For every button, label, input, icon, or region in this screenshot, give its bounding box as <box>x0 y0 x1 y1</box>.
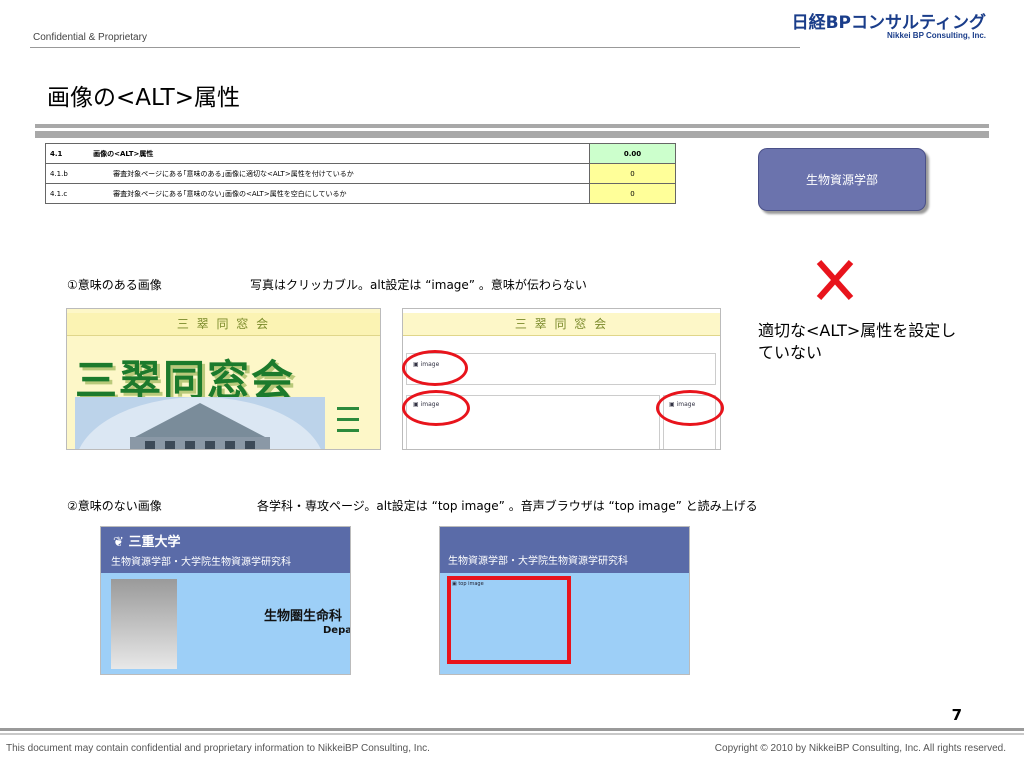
footer-divider <box>0 733 1024 735</box>
banner-text: 生物資源学部・大学院生物資源学研究科 <box>111 557 291 568</box>
site-banner: ❦ 三重大学 生物資源学部・大学院生物資源学研究科 <box>101 527 350 573</box>
university-logo-icon: ❦ <box>113 535 124 550</box>
highlight-box <box>447 576 571 664</box>
department-site-screenshot: ❦ 三重大学 生物資源学部・大学院生物資源学研究科 生物圏生命科 Depa <box>100 526 351 675</box>
department-box: 生物資源学部 <box>758 148 926 211</box>
criteria-description: 審査対象ページにある｢意味のある｣画像に適切な<ALT>属性を付けているか <box>89 163 591 184</box>
criteria-number: 4.1.c <box>45 183 90 204</box>
criteria-table: 4.1 画像の<ALT>属性 0.00 4.1.b 審査対象ページにある｢意味の… <box>45 143 676 204</box>
original-site-screenshot: 三 翠 同 窓 会 三翠同窓会 <box>66 308 381 450</box>
criteria-score: 0.00 <box>589 143 676 164</box>
footer-divider <box>0 728 1024 731</box>
cross-mark-icon <box>816 260 854 300</box>
criteria-score: 0 <box>589 183 676 204</box>
section1-caption: 写真はクリッカブル。alt設定は “image” 。意味が伝わらない <box>250 278 587 292</box>
company-logo-jp: 日経BPコンサルティング <box>791 13 986 33</box>
section2-label: ②意味のない画像 <box>67 499 162 513</box>
footer-disclaimer: This document may contain confidential a… <box>6 743 430 754</box>
verdict-note: 適切な<ALT>属性を設定していない <box>758 321 957 362</box>
title-band-bottom <box>35 131 989 138</box>
section1-label: ①意味のある画像 <box>67 278 162 292</box>
section2-caption: 各学科・専攻ページ。alt設定は “top image” 。音声ブラウザは “t… <box>257 499 758 513</box>
footer-copyright: Copyright © 2010 by NikkeiBP Consulting,… <box>714 743 1006 754</box>
building-photo[interactable] <box>75 397 325 449</box>
page-title: 画像の<ALT>属性 <box>47 85 240 111</box>
department-label: 生物資源学部 <box>805 173 878 187</box>
table-row: 4.1.b 審査対象ページにある｢意味のある｣画像に適切な<ALT>属性を付けて… <box>45 163 676 184</box>
heading-sub: Depa <box>323 625 351 636</box>
university-name-text: 三重大学 <box>128 535 181 550</box>
header-divider <box>30 47 800 48</box>
site-title-bar: 三 翠 同 窓 会 <box>403 313 720 336</box>
site-banner: 生物資源学部・大学院生物資源学研究科 <box>440 527 689 573</box>
top-image <box>111 579 177 669</box>
building-image-icon <box>79 397 321 449</box>
university-name: ❦ 三重大学 <box>113 531 180 550</box>
criteria-number: 4.1 <box>45 143 90 164</box>
company-logo-en: Nikkei BP Consulting, Inc. <box>887 31 986 40</box>
page-number: 7 <box>951 706 962 724</box>
criteria-score: 0 <box>589 163 676 184</box>
criteria-description: 画像の<ALT>属性 <box>89 143 591 164</box>
heading-text: 生物圏生命科 <box>264 609 343 624</box>
decoration-lines <box>337 401 359 449</box>
title-band-top <box>35 124 989 128</box>
site-title-bar: 三 翠 同 窓 会 <box>67 313 380 336</box>
criteria-number: 4.1.b <box>45 163 90 184</box>
highlight-circle <box>402 350 468 386</box>
criteria-description: 審査対象ページにある｢意味のない｣画像の<ALT>属性を空白にしているか <box>89 183 591 204</box>
table-row: 4.1 画像の<ALT>属性 0.00 <box>45 143 676 164</box>
highlight-circle <box>402 390 470 426</box>
table-row: 4.1.c 審査対象ページにある｢意味のない｣画像の<ALT>属性を空白にしてい… <box>45 183 676 204</box>
banner-text: 生物資源学部・大学院生物資源学研究科 <box>448 556 628 567</box>
highlight-circle <box>656 390 724 426</box>
confidential-label: Confidential & Proprietary <box>33 32 147 43</box>
